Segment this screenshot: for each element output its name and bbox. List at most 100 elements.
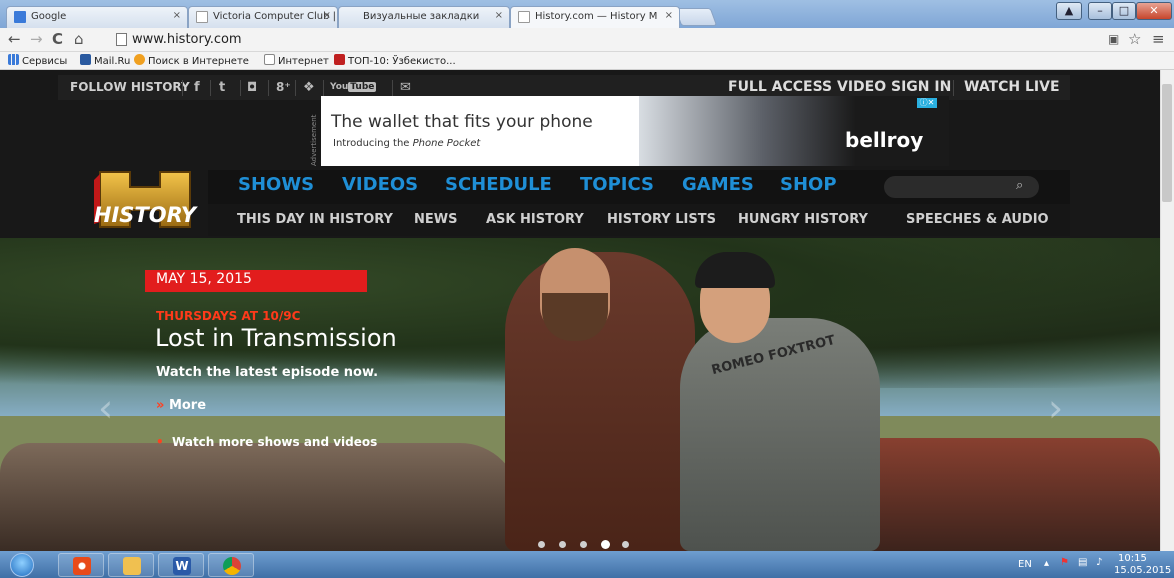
apps-icon (8, 54, 19, 65)
user-button[interactable]: ▲ (1056, 2, 1082, 20)
taskbar-explorer[interactable] (108, 553, 154, 577)
window-close-button[interactable]: ✕ (1136, 2, 1172, 20)
instagram-icon[interactable]: ◘ (247, 75, 257, 100)
close-icon[interactable]: × (323, 10, 331, 21)
ad-choices-icon[interactable]: ⓘ✕ (917, 98, 937, 108)
divider (268, 80, 269, 96)
tab-victoria[interactable]: Victoria Computer Club | × (188, 6, 338, 28)
url-field[interactable]: www.history.com (132, 32, 242, 47)
nav-schedule[interactable]: SCHEDULE (445, 174, 552, 195)
bookmark-label: Поиск в Интернете (148, 56, 249, 67)
nav-news[interactable]: NEWS (414, 212, 457, 227)
reload-icon[interactable]: C (52, 31, 63, 48)
start-button[interactable] (10, 553, 34, 577)
carousel-dot[interactable] (622, 541, 629, 548)
carousel-dot[interactable] (559, 541, 566, 548)
advertisement-banner[interactable]: The wallet that fits your phone Introduc… (321, 96, 949, 166)
carousel-next-arrow-icon[interactable]: › (1048, 386, 1063, 430)
chrome-icon (223, 557, 241, 575)
facebook-icon[interactable]: f (194, 75, 200, 100)
minimize-button[interactable]: – (1088, 2, 1112, 20)
scrollbar-thumb[interactable] (1162, 84, 1172, 202)
maximize-button[interactable]: □ (1112, 2, 1136, 20)
translate-icon[interactable]: ▣ (1108, 31, 1119, 48)
bookmark-mailru[interactable]: Mail.Ru (80, 54, 130, 67)
hero-watch-text[interactable]: Watch the latest episode now. (156, 365, 378, 380)
nav-topics[interactable]: TOPICS (580, 174, 654, 195)
nav-shows[interactable]: SHOWS (238, 174, 314, 195)
page-icon (196, 11, 208, 23)
language-indicator[interactable]: EN (1018, 559, 1032, 570)
carousel-dot[interactable] (580, 541, 587, 548)
carousel-dot[interactable] (538, 541, 545, 548)
tray-expand-icon[interactable]: ▴ (1044, 558, 1049, 569)
more-label: More (168, 398, 207, 413)
word-icon: W (173, 557, 191, 575)
taskbar-chrome[interactable] (208, 553, 254, 577)
ad-headline: The wallet that fits your phone (331, 112, 593, 132)
opera-icon (73, 557, 91, 575)
bookmark-label: ТОП-10: Ўзбекисто... (348, 56, 456, 67)
carousel-prev-arrow-icon[interactable]: ‹ (98, 386, 113, 430)
bookmark-top10[interactable]: ТОП-10: Ўзбекисто... (334, 54, 456, 67)
bookmark-internet[interactable]: Интернет (264, 54, 329, 67)
taskbar-word[interactable]: W (158, 553, 204, 577)
taskbar-opera[interactable] (58, 553, 104, 577)
watch-live-link[interactable]: WATCH LIVE (964, 75, 1060, 100)
clock-time[interactable]: 10:15 (1118, 553, 1147, 564)
hero-airtime: THURSDAYS AT 10/9C (156, 309, 301, 323)
windows-taskbar: W EN ▴ ⚑ ▤ ♪ 10:15 15.05.2015 (0, 551, 1174, 578)
system-tray: EN ▴ ⚑ ▤ ♪ 10:15 15.05.2015 (1010, 551, 1174, 578)
clock-date[interactable]: 15.05.2015 (1114, 565, 1171, 576)
divider (182, 80, 183, 96)
bookmark-search[interactable]: Поиск в Интернете (134, 54, 249, 67)
nav-games[interactable]: GAMES (682, 174, 754, 195)
back-arrow-icon[interactable]: ← (8, 31, 21, 48)
nav-this-day[interactable]: THIS DAY IN HISTORY (237, 212, 393, 227)
network-icon[interactable]: ▤ (1078, 557, 1087, 568)
flag-icon[interactable]: ⚑ (1060, 557, 1069, 568)
menu-icon[interactable]: ≡ (1152, 31, 1165, 48)
address-bar: ← → C ⌂ www.history.com ▣ ☆ ≡ (0, 28, 1174, 52)
blank-icon (346, 11, 358, 23)
hero-title[interactable]: Lost in Transmission (155, 324, 397, 352)
tab-history[interactable]: History.com — History M × (510, 6, 680, 28)
close-icon[interactable]: × (665, 10, 673, 21)
top10-icon (334, 54, 345, 65)
search-icon[interactable]: ⌕ (1016, 178, 1023, 193)
main-nav: SHOWS VIDEOS SCHEDULE TOPICS GAMES SHOP … (208, 170, 1070, 204)
divider (295, 80, 296, 96)
tab-google[interactable]: Google × (6, 6, 188, 28)
close-icon[interactable]: × (173, 10, 181, 21)
vine-icon[interactable]: ❖ (303, 75, 315, 100)
nav-videos[interactable]: VIDEOS (342, 174, 418, 195)
nav-history-lists[interactable]: HISTORY LISTS (607, 212, 716, 227)
history-logo-text: HISTORY (93, 203, 197, 227)
tab-label: History.com — History M (535, 11, 658, 22)
hero-more-link[interactable]: » More (156, 398, 206, 413)
volume-icon[interactable]: ♪ (1096, 557, 1102, 568)
twitter-icon[interactable]: t (219, 75, 225, 100)
mailru-icon (80, 54, 91, 65)
search-input[interactable]: ⌕ (884, 176, 1039, 198)
nav-speeches-audio[interactable]: SPEECHES & AUDIO (906, 212, 1049, 227)
google-plus-icon[interactable]: 8⁺ (276, 75, 291, 100)
hero-carousel[interactable]: ROMEO FOXTROT MAY 15, 2015 THURSDAYS AT … (0, 238, 1160, 551)
page-icon (116, 33, 127, 46)
tab-visual-bookmarks[interactable]: Визуальные закладки × (338, 6, 510, 28)
page-icon (518, 11, 530, 23)
nav-ask-history[interactable]: ASK HISTORY (486, 212, 584, 227)
nav-shop[interactable]: SHOP (780, 174, 837, 195)
forward-arrow-icon[interactable]: → (30, 31, 43, 48)
close-icon[interactable]: × (495, 10, 503, 21)
home-icon[interactable]: ⌂ (74, 31, 84, 48)
star-icon[interactable]: ☆ (1128, 31, 1141, 48)
nav-hungry-history[interactable]: HUNGRY HISTORY (738, 212, 868, 227)
hero-date: MAY 15, 2015 (156, 271, 252, 287)
carousel-dot[interactable] (601, 540, 610, 549)
ad-subline: Introducing the Phone Pocket (333, 138, 480, 149)
bookmark-apps[interactable]: Сервисы (8, 54, 67, 67)
new-tab-button[interactable] (674, 8, 718, 26)
bookmark-label: Сервисы (22, 56, 68, 67)
hero-watch-more-link[interactable]: • Watch more shows and videos (156, 435, 377, 449)
